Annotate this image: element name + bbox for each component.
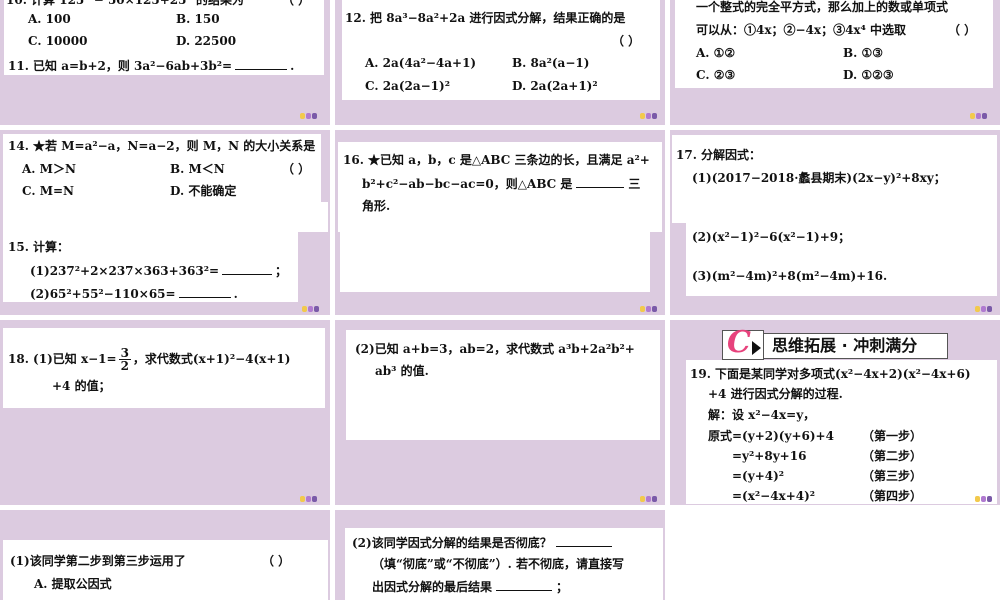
answer-blank[interactable] <box>178 285 231 298</box>
q12-option-a: A. 2a(4a²−4a+1) <box>365 56 477 70</box>
section-c-letter: C <box>727 325 751 360</box>
q13-option-d: D. ①②③ <box>843 68 894 82</box>
decoration-icon <box>975 306 993 314</box>
q10-option-c: C. 10000 <box>28 34 88 48</box>
decoration-icon <box>975 496 993 504</box>
q15-part1: (1)237²+2×237×363+363²= <box>30 264 220 278</box>
q19-step2-tag: （第二步） <box>862 449 923 463</box>
q10-stem: 10. 计算 125² − 50×125+25² 的结果为 <box>6 0 244 7</box>
q16-line2-text: b²+c²−ab−bc−ac=0，则△ABC 是 <box>362 177 573 191</box>
q18-line1-pre: 18. (1)已知 x−1= <box>8 352 117 366</box>
answer-blank[interactable] <box>576 175 625 188</box>
q17-part2: (2)(x²−1)²−6(x²−1)+9； <box>692 230 851 244</box>
q14-stem: 14. ★若 M=a²−a，N=a−2，则 M，N 的大小关系是 <box>8 139 316 153</box>
q14-paren: （ ） <box>282 162 311 176</box>
decoration-icon <box>640 496 658 504</box>
q19-sub2-line3: 出因式分解的最后结果 ； <box>372 578 568 595</box>
q13-paren: （ ） <box>948 23 977 37</box>
q14-option-d: D. 不能确定 <box>170 184 237 198</box>
q18-part2-line2: ab³ 的值. <box>375 364 429 378</box>
q12-stem: 12. 把 8a³−8a²+2a 进行因式分解，结果正确的是 <box>345 11 626 25</box>
q19-sub2-line1: (2)该同学因式分解的结果是否彻底？ <box>352 534 612 551</box>
arrow-right-icon <box>752 341 761 355</box>
q19-step3: =(y+4)² <box>732 469 785 483</box>
q14-option-c: C. M=N <box>22 184 75 198</box>
q19-sub2-end: ； <box>556 580 569 594</box>
q14-option-b: B. M＜N <box>170 162 225 176</box>
q11-end: . <box>290 59 295 73</box>
q16-line3: 角形. <box>362 199 391 213</box>
q15-line2: (2)65²+55²−110×65=. <box>30 285 238 302</box>
q13-option-b: B. ①③ <box>843 46 884 60</box>
paper-sheet <box>3 202 328 232</box>
q18-part2-line1: (2)已知 a+b=3，ab=2，求代数式 a³b+2a²b²+ <box>355 342 635 356</box>
q10-option-b: B. 150 <box>176 12 220 26</box>
decoration-icon <box>302 306 320 314</box>
panel-q13 <box>670 0 1000 125</box>
q15-part1-end: ； <box>275 264 288 278</box>
q10-paren: （ ） <box>282 0 311 7</box>
q12-option-d: D. 2a(2a+1)² <box>512 79 598 93</box>
q10-option-d: D. 22500 <box>176 34 237 48</box>
q18-fraction: 32 <box>118 347 131 373</box>
q18-line1-post: ，求代数式(x+1)²−4(x+1) <box>132 352 291 366</box>
q10-option-a: A. 100 <box>28 12 71 26</box>
q13-line2: 可以从：①4x；②−4x；③4x⁴ 中选取 <box>696 23 907 37</box>
q18-line2: +4 的值； <box>52 379 111 393</box>
q16-line1: 16. ★已知 a，b，c 是△ABC 三条边的长，且满足 a²+ <box>343 153 650 167</box>
q19-line2: +4 进行因式分解的过程. <box>708 387 843 401</box>
q13-option-a: A. ①② <box>696 46 736 60</box>
q19-line1: 19. 下面是某同学对多项式(x²−4x+2)(x²−4x+6) <box>690 367 971 381</box>
decoration-icon <box>640 306 658 314</box>
q15-part2: (2)65²+55²−110×65= <box>30 287 176 301</box>
q19-sub1: (1)该同学第二步到第三步运用了 <box>10 554 186 568</box>
q16-line2-end: 三 <box>628 177 641 191</box>
q11-stem: 11. 已知 a=b+2，则 3a²−6ab+3b²= <box>8 59 233 73</box>
q15-part2-end: . <box>233 287 238 301</box>
q19-sub2-line2: （填“彻底”或“不彻底”）. 若不彻底，请直接写 <box>372 557 624 571</box>
answer-blank[interactable] <box>222 262 273 275</box>
q19-step4-tag: （第四步） <box>862 489 923 503</box>
q19-sub1-paren: （ ） <box>262 554 291 568</box>
q19-sub1-option-a: A. 提取公因式 <box>34 577 112 591</box>
answer-blank[interactable] <box>235 57 288 70</box>
q15-title: 15. 计算： <box>8 240 70 254</box>
q12-paren: （ ） <box>612 34 641 48</box>
q13-line1: 一个整式的完全平方式，那么加上的数或单项式 <box>696 0 949 14</box>
q17-title: 17. 分解因式： <box>676 148 762 162</box>
answer-blank[interactable] <box>555 534 612 547</box>
q14-option-a: A. M＞N <box>22 162 76 176</box>
q17-part1: (1)(2017−2018·蠡县期末)(2x−y)²+8xy； <box>692 171 946 185</box>
q19-step1-tag: （第一步） <box>862 429 923 443</box>
q19-sub2-line3-text: 出因式分解的最后结果 <box>372 580 493 594</box>
q19-step3-tag: （第三步） <box>862 469 923 483</box>
decoration-icon <box>640 113 658 121</box>
paper-sheet <box>340 232 650 292</box>
q19-solution: 解：设 x²−4x=y， <box>708 408 816 422</box>
q19-step2: =y²+8y+16 <box>732 449 807 463</box>
decoration-icon <box>970 113 988 121</box>
q19-step4: =(x²−4x+4)² <box>732 489 816 503</box>
q17-part3: (3)(m²−4m)²+8(m²−4m)+16. <box>692 269 888 283</box>
q12-option-b: B. 8a²(a−1) <box>512 56 590 70</box>
q19-sub2-line1-text: (2)该同学因式分解的结果是否彻底？ <box>352 536 552 550</box>
worksheet-grid: 10. 计算 125² − 50×125+25² 的结果为 （ ） A. 100… <box>0 0 1000 600</box>
q18-fraction-denominator: 2 <box>120 359 129 373</box>
q18-line1: 18. (1)已知 x−1= 3 2 ，求代数式(x+1)²−4(x+1) <box>8 347 290 372</box>
q11-text: 11. 已知 a=b+2，则 3a²−6ab+3b²=. <box>8 57 294 74</box>
q12-option-c: C. 2a(2a−1)² <box>365 79 450 93</box>
answer-blank[interactable] <box>496 578 553 591</box>
decoration-icon <box>300 496 318 504</box>
q13-option-c: C. ②③ <box>696 68 736 82</box>
q15-line1: (1)237²+2×237×363+363²= ； <box>30 262 287 279</box>
q16-line2: b²+c²−ab−bc−ac=0，则△ABC 是 三 <box>362 175 640 192</box>
decoration-icon <box>300 113 318 121</box>
q19-step1: 原式=(y+2)(y+6)+4 <box>708 429 834 443</box>
section-c-title: 思维拓展 · 冲刺满分 <box>772 336 918 355</box>
